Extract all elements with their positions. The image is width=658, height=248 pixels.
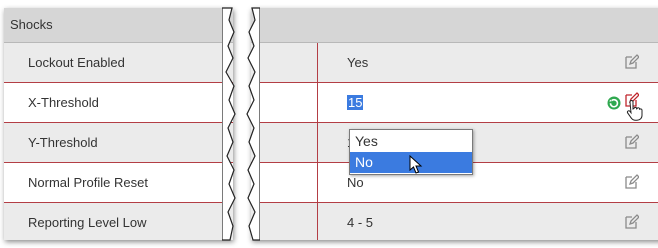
row-label: X-Threshold: [28, 95, 99, 110]
properties-value-panel: Yes 15 1 No: [251, 8, 658, 240]
row-label: Lockout Enabled: [28, 55, 125, 70]
column-divider: [317, 203, 318, 240]
row-lockout-enabled-label: Lockout Enabled: [4, 43, 233, 83]
dropdown-option-yes[interactable]: Yes: [350, 131, 472, 152]
row-reporting-level-low-label: Reporting Level Low: [4, 203, 233, 240]
column-divider: [317, 163, 318, 202]
row-value: Yes: [347, 55, 369, 70]
row-x-threshold-value: 15: [251, 83, 658, 123]
row-normal-profile-reset-label: Normal Profile Reset: [4, 163, 233, 203]
row-y-threshold-label: Y-Threshold: [4, 123, 233, 163]
hand-pointer-icon: [626, 100, 643, 121]
row-value: No: [347, 175, 364, 190]
row-label: Y-Threshold: [28, 135, 98, 150]
edit-icon[interactable]: [623, 133, 639, 151]
row-label: Reporting Level Low: [28, 215, 147, 230]
properties-label-panel: Shocks Lockout Enabled X-Threshold Y-Thr…: [4, 8, 233, 240]
row-label: Normal Profile Reset: [28, 175, 148, 190]
row-value: 4 - 5: [347, 215, 374, 230]
column-divider: [317, 123, 318, 162]
torn-edge-left: [222, 7, 236, 241]
column-divider: [317, 43, 318, 82]
mouse-cursor-icon: [409, 155, 423, 174]
section-header-continued: [251, 8, 658, 43]
row-x-threshold-label: X-Threshold: [4, 83, 233, 123]
save-confirm-icon[interactable]: [607, 96, 621, 110]
edit-icon[interactable]: [623, 173, 639, 191]
section-header: Shocks: [4, 8, 233, 43]
selected-text: 15: [347, 95, 364, 110]
edit-icon[interactable]: [623, 213, 639, 231]
row-lockout-enabled-value: Yes: [251, 43, 658, 83]
section-title: Shocks: [10, 17, 53, 32]
edit-icon[interactable]: [623, 53, 639, 71]
torn-edge-right: [246, 7, 260, 241]
column-divider: [317, 83, 318, 122]
row-reporting-level-low-value: 4 - 5: [251, 203, 658, 240]
x-threshold-input[interactable]: 15: [347, 95, 364, 110]
